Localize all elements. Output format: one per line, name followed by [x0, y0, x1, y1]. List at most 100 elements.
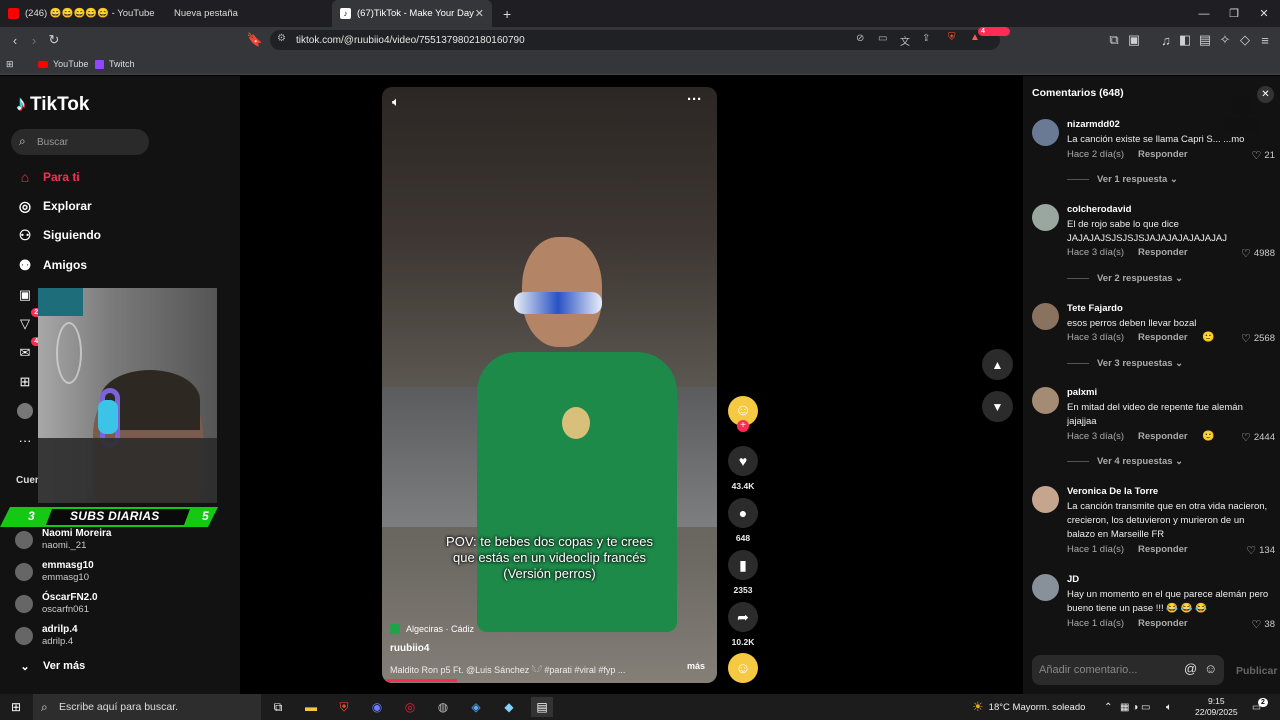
mention-icon[interactable]: @ [1184, 661, 1197, 676]
like-button[interactable]: ♥ 43.4K [728, 446, 758, 491]
menu-icon[interactable]: ≡ [1255, 30, 1275, 50]
sidebar-icon[interactable]: ◧ [1175, 30, 1195, 50]
search-input[interactable]: ⌕ Buscar [11, 129, 149, 155]
share-button[interactable]: ➦ 10.2K [728, 602, 758, 647]
video-author[interactable]: ruubiio4 [390, 643, 429, 654]
obs-icon[interactable]: ◎ [399, 697, 421, 717]
steam-icon[interactable]: ◈ [465, 697, 487, 717]
site-info-icon[interactable]: ⚙ [277, 33, 286, 44]
comment-like-button[interactable]: ♡ 2444 [1241, 431, 1275, 444]
address-bar[interactable]: ⚙ tiktok.com/@ruubiio4/video/75513798021… [270, 27, 1010, 50]
activity-icon[interactable]: ▽ 21 [15, 308, 45, 334]
brave-shield-icon[interactable]: ⛨ [948, 32, 956, 43]
back-icon[interactable]: ‹ [5, 30, 25, 50]
comment-like-button[interactable]: ♡ 38 [1252, 618, 1275, 631]
forward-icon[interactable]: › [24, 30, 44, 50]
following-item[interactable]: adrilp.4 adrilp.4 [15, 621, 215, 651]
emoji-icon[interactable]: ☺ [1204, 661, 1217, 676]
reply-button[interactable]: Responder [1138, 247, 1188, 258]
brave-browser-icon[interactable]: ⛨ [333, 697, 355, 717]
restore-icon[interactable]: ❐ [1218, 0, 1250, 27]
tray-chevron-icon[interactable]: ⌃ [1104, 694, 1112, 720]
avatar[interactable] [1032, 387, 1059, 414]
tab-new-tab[interactable]: Nueva pestaña [166, 0, 332, 27]
reply-button[interactable]: Responder [1138, 332, 1188, 343]
tab-youtube[interactable]: (246) 😄😄😄😄😄 - YouTube [0, 0, 166, 27]
apps-grid-icon[interactable]: ⊞ [6, 56, 14, 72]
close-tab-icon[interactable]: ✕ [475, 7, 484, 20]
publish-button[interactable]: Publicar [1236, 665, 1277, 677]
comment-like-button[interactable]: ♡ 2568 [1241, 332, 1275, 345]
media-icon[interactable]: ♫ [1156, 30, 1176, 50]
avatar[interactable] [1032, 574, 1059, 601]
view-replies-button[interactable]: Ver 3 respuestas ⌄ [1067, 358, 1183, 369]
reload-icon[interactable]: ↻ [44, 30, 64, 50]
translate-icon[interactable]: 文 [900, 33, 910, 48]
reply-button[interactable]: Responder [1138, 544, 1188, 555]
bookmark-youtube[interactable]: YouTube [38, 56, 88, 72]
app2-icon[interactable]: ◆ [498, 697, 520, 717]
minimize-icon[interactable]: — [1188, 0, 1220, 27]
view-replies-button[interactable]: Ver 2 respuestas ⌄ [1067, 273, 1183, 284]
profile-avatar[interactable] [15, 401, 35, 421]
bookmark-icon[interactable]: 🔖 [245, 30, 265, 50]
no-tracking-icon[interactable]: ⊘ [856, 33, 864, 44]
comment-user[interactable]: Tete Fajardo [1067, 303, 1123, 314]
comment-user[interactable]: JD [1067, 574, 1079, 585]
comment-like-button[interactable]: ♡ 134 [1246, 544, 1275, 557]
nav-amigos[interactable]: ⚉ Amigos [16, 254, 87, 276]
view-replies-button[interactable]: Ver 1 respuesta ⌄ [1067, 174, 1178, 185]
tiktok-logo[interactable]: ♪ TikTok [16, 93, 89, 116]
author-avatar[interactable]: ☺ + [728, 396, 758, 432]
nav-para-ti[interactable]: ⌂ Para ti [16, 166, 80, 188]
location-tag[interactable]: Algeciras · Cádiz [390, 624, 474, 634]
progress-bar[interactable] [382, 679, 457, 682]
extensions-icon[interactable]: ⧉ [1104, 30, 1124, 50]
clock[interactable]: 9:15 22/09/2025 [1195, 694, 1238, 720]
reply-button[interactable]: Responder [1138, 149, 1188, 160]
vpn-icon[interactable]: ◇ [1235, 30, 1255, 50]
volume-icon[interactable]: 🔈︎ [392, 94, 400, 110]
bookmark-twitch[interactable]: Twitch [95, 56, 135, 72]
reply-button[interactable]: Responder [1138, 431, 1188, 442]
share-icon[interactable]: ⇪ [922, 33, 930, 44]
cast-icon[interactable]: ▭ [878, 33, 887, 44]
task-view-icon[interactable]: ⧉ [267, 697, 289, 717]
comment-user[interactable]: nizarmdd02 [1067, 119, 1120, 130]
new-tab-button[interactable]: + [495, 0, 517, 27]
video-player[interactable]: 🔈︎ ··· [382, 87, 717, 683]
avatar[interactable] [1032, 303, 1059, 330]
tray-apps-icon[interactable]: ▦ ◑ ▭ [1120, 694, 1151, 720]
file-explorer-icon[interactable]: ▬ [300, 697, 322, 717]
epic-games-icon[interactable]: ▤ [531, 697, 553, 717]
reply-button[interactable]: Responder [1138, 618, 1188, 629]
see-more-button[interactable]: ⌄ Ver más [16, 655, 85, 677]
leo-ai-icon[interactable]: ✧ [1215, 30, 1235, 50]
close-comments-icon[interactable]: ✕ [1257, 86, 1274, 103]
notifications-icon[interactable]: ▭ 2 [1252, 694, 1271, 720]
more-link[interactable]: más [687, 661, 705, 671]
avatar[interactable] [1032, 486, 1059, 513]
discord-icon[interactable]: ◉ [366, 697, 388, 717]
upload-icon[interactable]: ⊞ [15, 372, 35, 392]
wallet2-icon[interactable]: ▤ [1195, 30, 1215, 50]
close-window-icon[interactable]: ✕ [1248, 0, 1280, 27]
comment-like-button[interactable]: ♡ 21 [1252, 149, 1275, 162]
save-button[interactable]: ▮ 2353 [728, 550, 758, 595]
comment-button[interactable]: ● 648 [728, 498, 758, 543]
live-icon[interactable]: ▣ [15, 285, 35, 305]
volume-tray-icon[interactable]: 🔈︎ [1166, 694, 1172, 720]
music-disc[interactable]: ☺ [728, 653, 758, 683]
comment-user[interactable]: palxmi [1067, 387, 1097, 398]
windows-start-icon[interactable]: ⊞ [5, 697, 27, 717]
nav-explorar[interactable]: ◎ Explorar [16, 195, 92, 217]
nav-siguiendo[interactable]: ⚇ Siguiendo [16, 224, 101, 246]
previous-video-button[interactable]: ▲ [982, 349, 1013, 380]
comment-user[interactable]: Veronica De la Torre [1067, 486, 1158, 497]
comment-like-button[interactable]: ♡ 4988 [1241, 247, 1275, 260]
avatar[interactable] [1032, 119, 1059, 146]
comment-user[interactable]: colcherodavid [1067, 204, 1131, 215]
weather-widget[interactable]: ☀ 18°C Mayorm. soleado [972, 694, 1085, 720]
add-comment-input[interactable]: Añadir comentario... @ ☺ [1032, 655, 1224, 685]
taskbar-search[interactable]: ⌕ Escribe aquí para buscar. [33, 694, 261, 720]
